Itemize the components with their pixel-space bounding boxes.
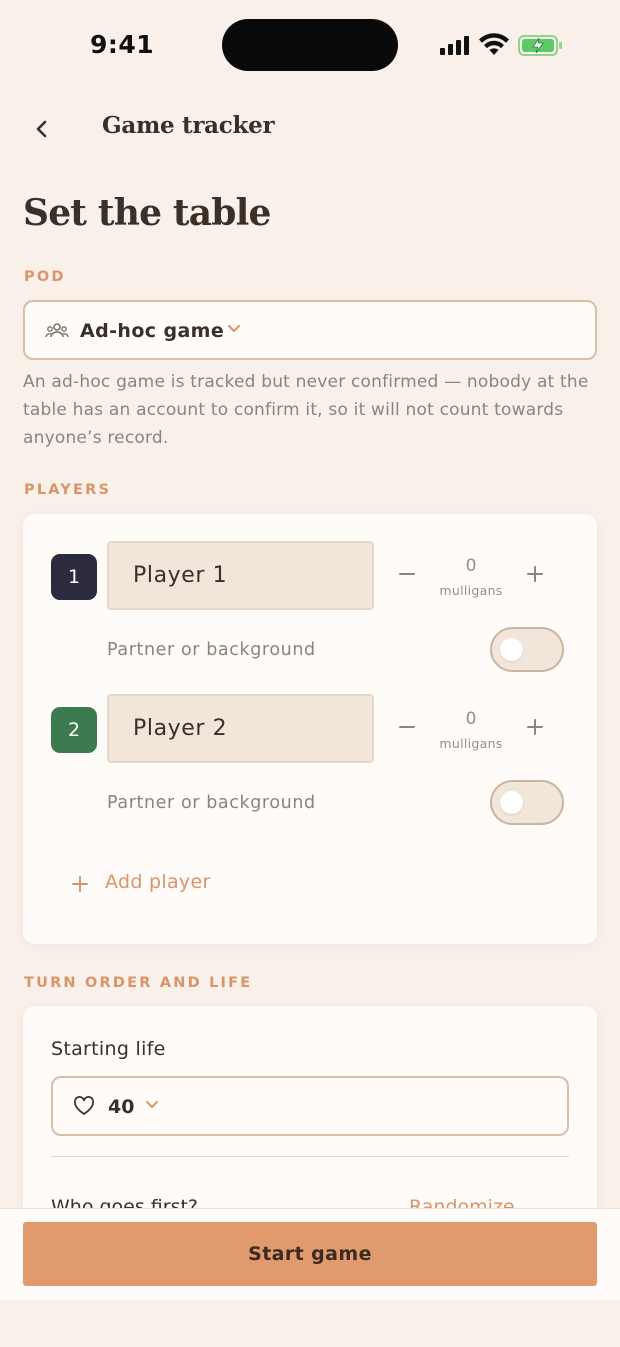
- dynamic-island: [222, 19, 398, 71]
- page-title: Set the table: [23, 192, 271, 234]
- pod-section-label: POD: [24, 269, 66, 285]
- wifi-icon: [479, 33, 509, 55]
- players-section-label: PLAYERS: [24, 482, 112, 498]
- players-card: 1 Player 1 0 mulligans Partner or backgr…: [23, 514, 597, 944]
- partner-toggle[interactable]: [490, 780, 564, 825]
- player-name-input[interactable]: Player 2: [107, 694, 374, 763]
- chevron-down-icon: [146, 1101, 158, 1108]
- status-icons: [438, 30, 568, 60]
- heart-icon: [74, 1096, 94, 1115]
- mulligan-count: 0: [465, 556, 477, 576]
- player-row: 1 Player 1 0 mulligans Partner or backgr…: [23, 514, 597, 672]
- partner-label: Partner or background: [107, 793, 316, 813]
- player-row: 2 Player 2 0 mulligans Partner or backgr…: [23, 667, 597, 825]
- partner-toggle[interactable]: [490, 627, 564, 672]
- status-time: 9:41: [90, 30, 155, 59]
- turn-order-section-label: TURN ORDER AND LIFE: [24, 975, 253, 991]
- player-number-badge: 1: [51, 554, 97, 600]
- chevron-left-icon: [36, 120, 47, 138]
- mulligan-decrement-button[interactable]: [395, 562, 419, 586]
- bottom-action-bar: Start game: [0, 1208, 620, 1300]
- nav-bar: Game tracker: [0, 100, 620, 156]
- status-bar: 9:41: [0, 0, 620, 90]
- pod-selected-value: Ad-hoc game: [80, 320, 225, 342]
- chevron-down-icon: [228, 325, 240, 332]
- plus-icon: [72, 876, 88, 892]
- starting-life-select[interactable]: 40: [51, 1076, 569, 1136]
- cellular-signal-icon: [440, 36, 469, 55]
- mulligan-count: 0: [465, 709, 477, 729]
- mulligan-label: mulligans: [439, 583, 503, 598]
- back-button[interactable]: [22, 108, 62, 148]
- pod-help-text: An ad-hoc game is tracked but never conf…: [23, 372, 589, 448]
- mulligan-increment-button[interactable]: [523, 562, 547, 586]
- start-game-button[interactable]: Start game: [23, 1222, 597, 1286]
- divider: [51, 1156, 569, 1157]
- battery-icon: [518, 35, 562, 56]
- turn-order-card: Starting life 40 Who goes first? Randomi…: [23, 1006, 597, 1236]
- mulligan-increment-button[interactable]: [523, 715, 547, 739]
- mulligan-decrement-button[interactable]: [395, 715, 419, 739]
- group-icon: [45, 323, 69, 338]
- add-player-label: Add player: [105, 871, 211, 893]
- toggle-knob: [500, 791, 523, 814]
- starting-life-label: Starting life: [51, 1038, 166, 1060]
- nav-title: Game tracker: [102, 112, 275, 139]
- partner-label: Partner or background: [107, 640, 316, 660]
- pod-select[interactable]: Ad-hoc game: [23, 300, 597, 360]
- toggle-knob: [500, 638, 523, 661]
- starting-life-value: 40: [108, 1096, 135, 1118]
- player-number-badge: 2: [51, 707, 97, 753]
- player-name-input[interactable]: Player 1: [107, 541, 374, 610]
- mulligan-label: mulligans: [439, 736, 503, 751]
